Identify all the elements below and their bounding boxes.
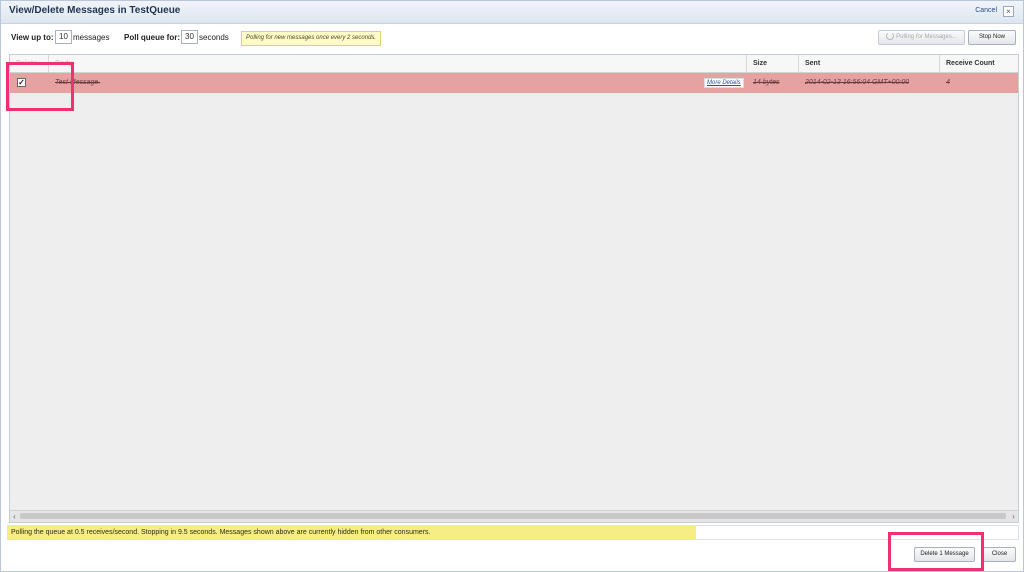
column-header-body[interactable]: Body [49,55,747,72]
delete-messages-button[interactable]: Delete 1 Message [914,547,975,562]
poll-queue-input[interactable]: 30 [181,30,198,44]
message-size: 14 bytes [753,79,780,86]
column-header-sent[interactable]: Sent [799,55,940,72]
view-up-to-label: View up to: [11,33,54,42]
polling-for-messages-button: Polling for Messages... [878,30,965,45]
message-sent: 2014-02-13 16:56:04 GMT+00:00 [805,79,910,86]
messages-table: Delete Body Size Sent Receive Count ✓ Te… [9,54,1019,523]
close-icon[interactable]: × [1003,6,1014,17]
close-button[interactable]: Close [983,547,1016,562]
column-header-receive-count[interactable]: Receive Count [940,55,1018,72]
table-row[interactable]: ✓ Test Message. More Details 14 bytes 20… [10,73,1018,93]
message-body: Test Message. [55,79,101,86]
more-details-link[interactable]: More Details [704,78,744,88]
dialog-title: View/Delete Messages in TestQueue [9,5,181,16]
column-header-delete[interactable]: Delete [10,55,49,72]
row-delete-checkbox[interactable]: ✓ [17,78,26,87]
spinner-icon [886,32,895,41]
horizontal-scrollbar[interactable]: ‹ › [10,510,1018,522]
cancel-link[interactable]: Cancel [975,7,997,14]
polling-note: Polling for new messages once every 2 se… [241,31,382,46]
status-area: Polling the queue at 0.5 receives/second… [7,525,1019,540]
messages-label: messages [73,33,110,42]
scrollbar-thumb[interactable] [20,513,1006,519]
seconds-label: seconds [199,33,229,42]
scroll-left-icon[interactable]: ‹ [10,511,19,522]
table-header: Delete Body Size Sent Receive Count [10,55,1018,73]
view-up-to-input[interactable]: 10 [55,30,72,44]
column-header-size[interactable]: Size [747,55,799,72]
message-receive-count: 4 [946,79,950,86]
view-delete-messages-dialog: View/Delete Messages in TestQueue Cancel… [0,0,1024,572]
stop-now-button[interactable]: Stop Now [968,30,1016,45]
status-message: Polling the queue at 0.5 receives/second… [8,526,696,539]
dialog-title-bar: View/Delete Messages in TestQueue Cancel… [1,1,1023,24]
polling-button-label: Polling for Messages... [896,34,957,40]
poll-queue-label: Poll queue for: [124,33,180,42]
scroll-right-icon[interactable]: › [1009,511,1018,522]
